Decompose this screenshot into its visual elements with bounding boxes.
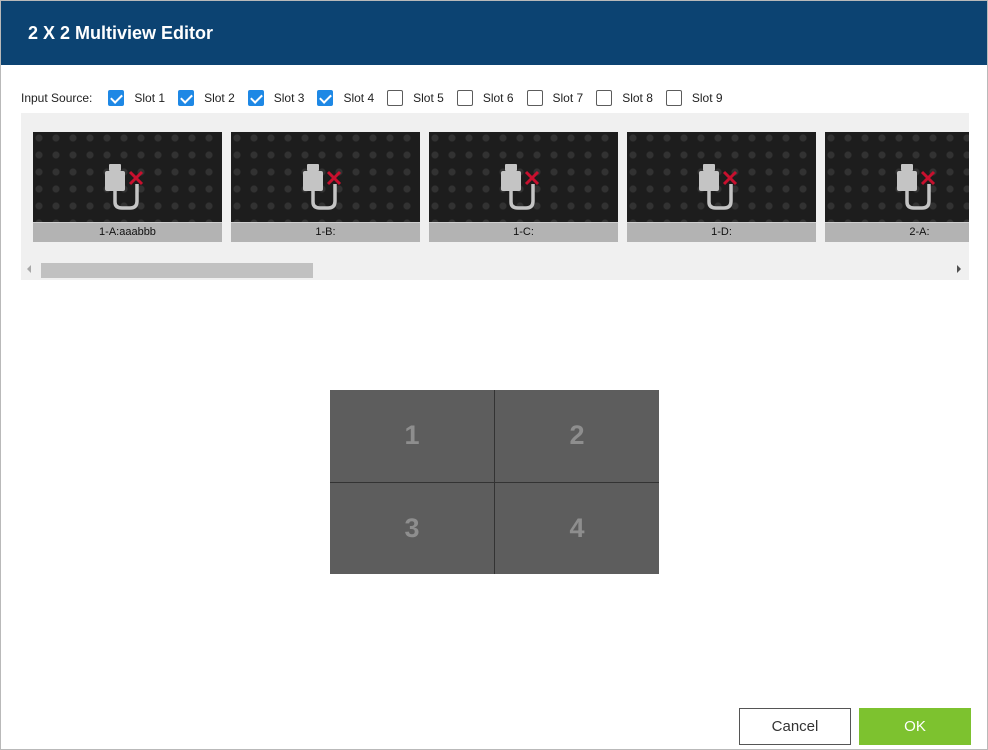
disconnected-cable-icon (501, 164, 540, 210)
multiview-layout-grid: 1 2 3 4 (330, 390, 659, 574)
checkbox-box[interactable] (665, 90, 682, 106)
scroll-right-arrow-icon[interactable] (957, 265, 961, 273)
slot-label: Slot 6 (482, 91, 514, 105)
slot-1-checkbox[interactable]: Slot 1 (108, 90, 165, 106)
slot-label: Slot 8 (622, 91, 653, 105)
horizontal-scrollbar-thumb[interactable] (41, 263, 313, 278)
slot-7-checkbox[interactable]: Slot 7 (526, 90, 584, 106)
checkbox-box[interactable] (387, 90, 404, 106)
disconnected-cable-icon (105, 164, 144, 210)
source-thumbnail[interactable]: 1-B: (231, 132, 420, 242)
checkbox-box[interactable] (596, 90, 613, 106)
source-label: 2-A: (825, 222, 969, 242)
slot-label: Slot 5 (413, 91, 444, 105)
layout-cell[interactable]: 3 (330, 482, 494, 574)
multiview-editor-dialog: 2 X 2 Multiview Editor Input Source: Slo… (0, 0, 988, 750)
slot-2-checkbox[interactable]: Slot 2 (178, 90, 235, 106)
source-thumbnail[interactable]: 1-D: (627, 132, 816, 242)
checkbox-box[interactable] (456, 90, 473, 106)
source-thumbnail-strip: 1-A:aaabbb 1-B: 1-C: 1-D: 2-A: (21, 113, 969, 280)
source-label: 1-B: (231, 222, 420, 242)
slot-label: Slot 2 (204, 91, 235, 105)
source-label: 1-A:aaabbb (33, 222, 222, 242)
disconnected-cable-icon (699, 164, 738, 210)
slot-5-checkbox[interactable]: Slot 5 (387, 90, 444, 106)
slot-6-checkbox[interactable]: Slot 6 (456, 90, 514, 106)
disconnected-cable-icon (897, 164, 936, 210)
slot-label: Slot 1 (134, 91, 166, 105)
checkbox-box[interactable] (526, 90, 543, 106)
input-source-row: Input Source: Slot 1 Slot 2 Slot 3 Slot … (21, 88, 736, 108)
scroll-left-arrow-icon[interactable] (27, 265, 31, 273)
checkbox-box[interactable] (178, 90, 195, 106)
source-thumbnail[interactable]: 1-A:aaabbb (33, 132, 222, 242)
slot-label: Slot 3 (273, 91, 305, 105)
dialog-title: 2 X 2 Multiview Editor (28, 23, 214, 43)
source-thumbnail[interactable]: 1-C: (429, 132, 618, 242)
layout-cell[interactable]: 4 (495, 482, 659, 574)
slot-label: Slot 7 (552, 91, 584, 105)
disconnected-cable-icon (303, 164, 342, 210)
title-bar: 2 X 2 Multiview Editor (1, 1, 987, 65)
cancel-button[interactable]: Cancel (739, 708, 851, 745)
slot-label: Slot 9 (691, 91, 723, 105)
layout-cell[interactable]: 1 (330, 390, 494, 482)
slot-3-checkbox[interactable]: Slot 3 (247, 90, 305, 106)
input-source-label: Input Source: (21, 91, 93, 105)
slot-8-checkbox[interactable]: Slot 8 (596, 90, 653, 106)
layout-cell[interactable]: 2 (495, 390, 659, 482)
checkbox-box[interactable] (247, 90, 264, 106)
source-label: 1-D: (627, 222, 816, 242)
slot-9-checkbox[interactable]: Slot 9 (665, 90, 723, 106)
checkbox-box[interactable] (317, 90, 334, 106)
source-label: 1-C: (429, 222, 618, 242)
slot-4-checkbox[interactable]: Slot 4 (317, 90, 374, 106)
checkbox-box[interactable] (108, 90, 125, 106)
ok-button[interactable]: OK (859, 708, 971, 745)
source-thumbnail[interactable]: 2-A: (825, 132, 969, 242)
slot-label: Slot 4 (343, 91, 375, 105)
